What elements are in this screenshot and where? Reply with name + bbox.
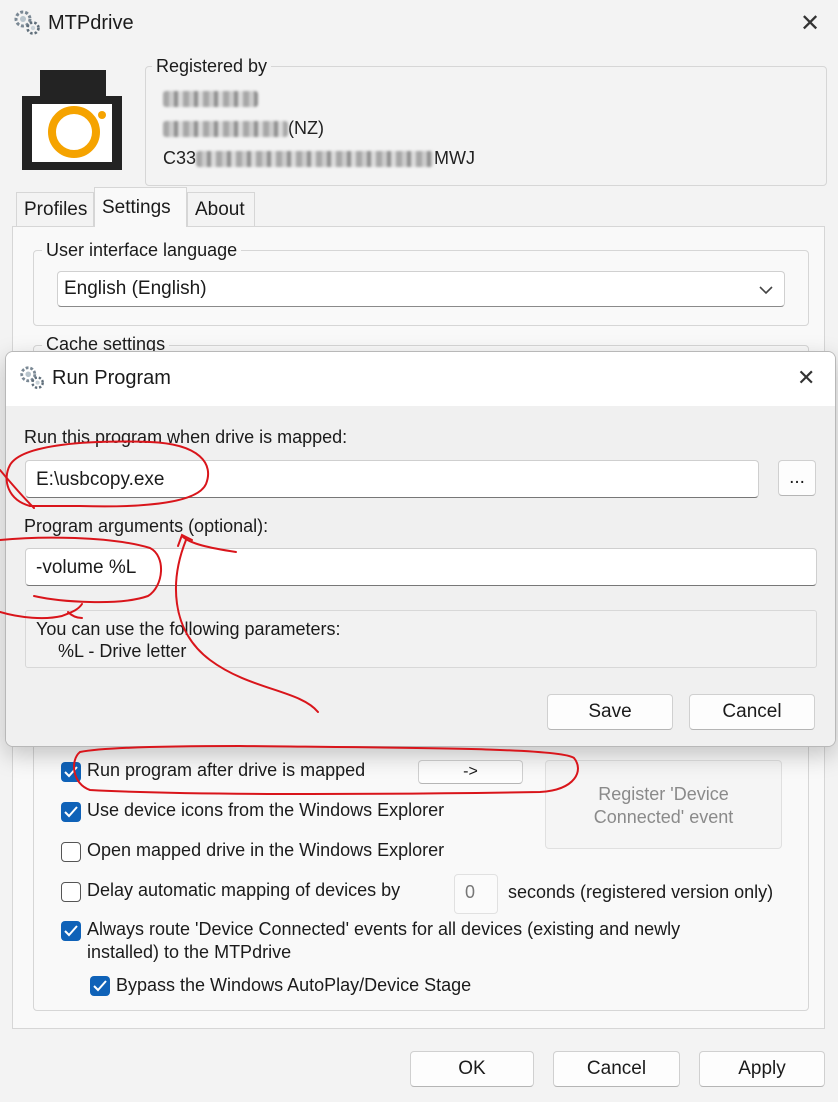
registration-country: (NZ) [288, 118, 324, 138]
tab-about[interactable]: About [187, 192, 255, 226]
mtpdrive-logo [22, 70, 122, 170]
open-explorer-label: Open mapped drive in the Windows Explore… [87, 840, 445, 860]
redacted-text [163, 121, 288, 138]
language-select-value: English (English) [64, 278, 207, 299]
delay-mapping-label: Delay automatic mapping of devices by [87, 880, 401, 900]
dialog-close-icon[interactable]: ✕ [797, 367, 815, 389]
route-events-label: Always route 'Device Connected' events f… [87, 919, 681, 939]
registration-label: Registered by [152, 56, 272, 77]
dialog-cancel-button[interactable]: Cancel [689, 694, 815, 730]
program-args-input[interactable]: -volume %L [25, 548, 817, 586]
window-title: MTPdrive [48, 12, 134, 34]
close-icon[interactable]: ✕ [800, 12, 820, 36]
run-program-config-button[interactable]: -> [418, 760, 523, 784]
route-events-checkbox[interactable] [61, 921, 81, 941]
device-icons-checkbox[interactable] [61, 802, 81, 822]
tab-settings[interactable]: Settings [94, 187, 187, 227]
open-explorer-checkbox[interactable] [61, 842, 81, 862]
dialog-title: Run Program [52, 367, 171, 389]
delay-seconds-input[interactable]: 0 [454, 874, 498, 914]
registration-line-1 [163, 88, 258, 109]
register-event-button[interactable]: Register 'Device Connected' event [545, 760, 782, 849]
chevron-down-icon [759, 286, 773, 295]
delay-mapping-checkbox[interactable] [61, 882, 81, 902]
apply-button[interactable]: Apply [699, 1051, 825, 1087]
bypass-autoplay-label: Bypass the Windows AutoPlay/Device Stage [116, 975, 472, 995]
registration-key-suffix: MWJ [434, 148, 476, 168]
redacted-text [196, 151, 435, 168]
parameter-item: %L - Drive letter [58, 641, 187, 661]
delay-seconds-suffix: seconds (registered version only) [508, 882, 774, 902]
run-program-checkbox[interactable] [61, 762, 81, 782]
program-label: Run this program when drive is mapped: [24, 427, 348, 447]
gear-icon [20, 366, 44, 390]
redacted-text [163, 91, 258, 108]
run-program-label: Run program after drive is mapped [87, 760, 366, 780]
bypass-autoplay-checkbox[interactable] [90, 976, 110, 996]
registration-line-3: C33 MWJ [163, 148, 475, 169]
save-button[interactable]: Save [547, 694, 673, 730]
register-button-line-2: Connected' event [593, 807, 734, 827]
language-select[interactable]: English (English) [57, 271, 785, 307]
run-program-dialog: Run Program ✕ Run this program when driv… [5, 351, 836, 747]
register-button-line-1: Register 'Device [598, 784, 729, 804]
ui-language-label: User interface language [42, 240, 242, 261]
route-events-label-cont: installed) to the MTPdrive [87, 942, 292, 962]
cancel-button[interactable]: Cancel [553, 1051, 680, 1087]
gear-icon [14, 10, 40, 35]
device-icons-label: Use device icons from the Windows Explor… [87, 800, 445, 820]
parameters-intro: You can use the following parameters: [36, 619, 341, 639]
ok-button[interactable]: OK [410, 1051, 534, 1087]
tab-profiles[interactable]: Profiles [16, 192, 94, 226]
parameters-info: You can use the following parameters: %L… [25, 610, 817, 668]
program-path-input[interactable]: E:\usbcopy.exe [25, 460, 759, 498]
browse-button[interactable]: ... [778, 460, 816, 496]
registration-line-2: (NZ) [163, 118, 324, 139]
registration-key-prefix: C33 [163, 148, 197, 168]
args-label: Program arguments (optional): [24, 516, 269, 536]
